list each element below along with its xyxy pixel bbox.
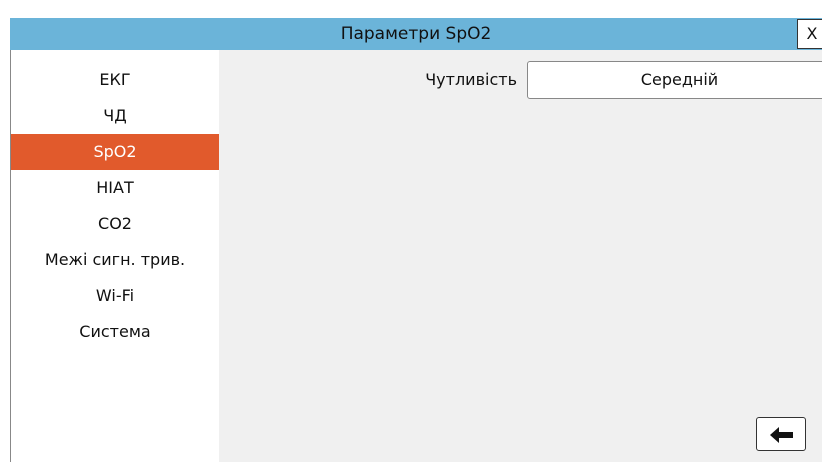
close-button[interactable]: X (797, 19, 822, 49)
sidebar-item-spo2[interactable]: SpO2 (11, 134, 219, 170)
sidebar-item-resp-rate[interactable]: ЧД (11, 98, 219, 134)
sidebar-item-ecg[interactable]: ЕКГ (11, 62, 219, 98)
sidebar-item-wifi[interactable]: Wi-Fi (11, 278, 219, 314)
page-title: Параметри SpO2 (340, 24, 492, 44)
sidebar-item-system[interactable]: Система (11, 314, 219, 350)
sidebar: ЕКГ ЧД SpO2 НІАТ CO2 Межі сигн. трив. Wi… (11, 50, 219, 462)
sensitivity-select[interactable]: Середній (527, 61, 822, 99)
title-bar: Параметри SpO2 X (10, 18, 822, 50)
sensitivity-label: Чутливість (425, 70, 517, 89)
arrow-left-icon (770, 427, 793, 443)
back-button[interactable] (756, 417, 806, 451)
sidebar-item-nibp[interactable]: НІАТ (11, 170, 219, 206)
settings-panel (219, 50, 822, 462)
sidebar-item-co2[interactable]: CO2 (11, 206, 219, 242)
sidebar-item-alarm-limits[interactable]: Межі сигн. трив. (11, 242, 219, 278)
